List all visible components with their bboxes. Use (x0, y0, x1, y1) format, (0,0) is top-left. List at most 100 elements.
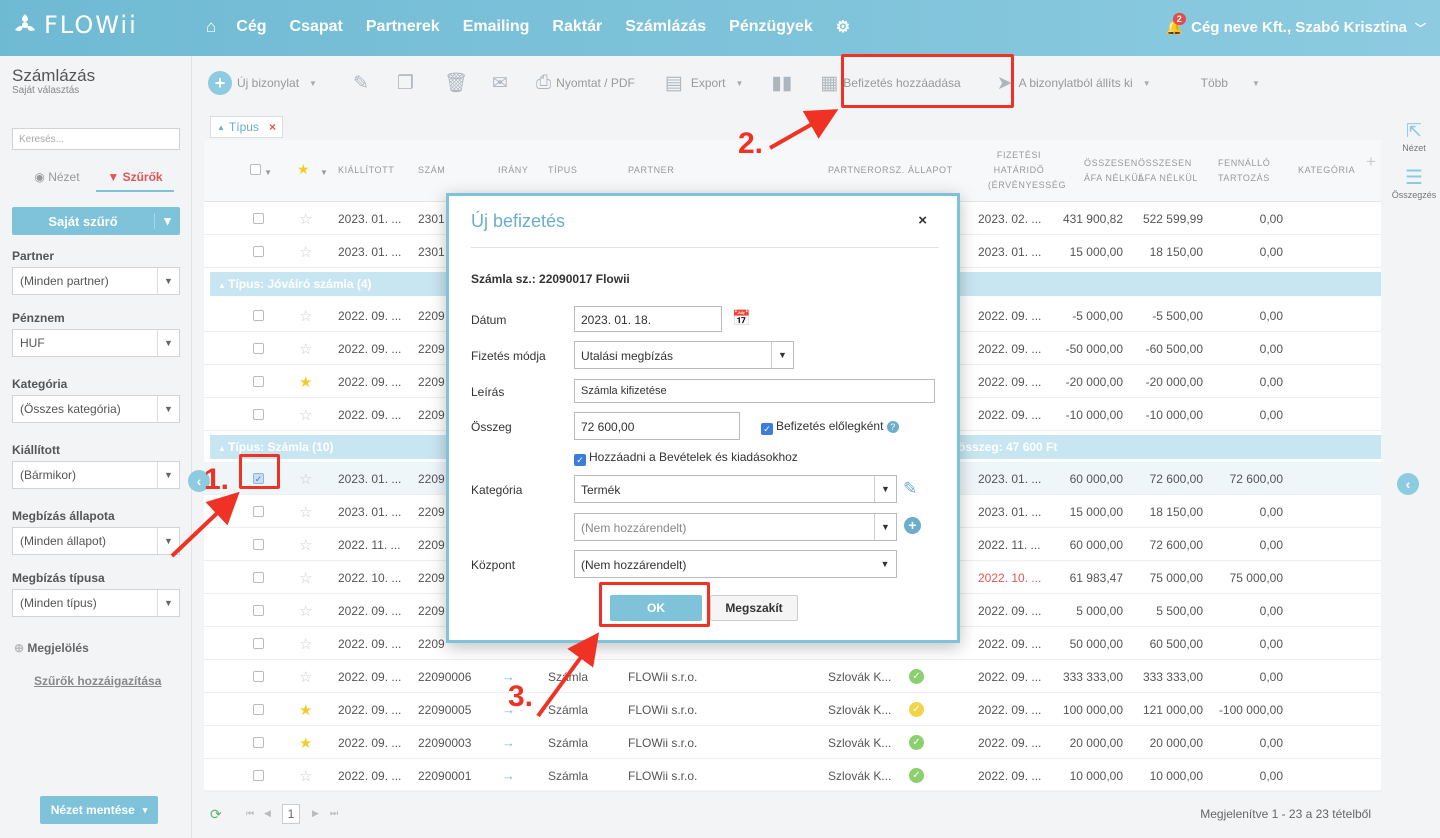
row-checkbox[interactable] (253, 246, 264, 257)
table-row[interactable]: ★ 2022. 09. ... 22090003 → Számla FLOWii s.r.… (204, 726, 1381, 759)
star-icon[interactable]: ☆ (299, 210, 312, 228)
nav-emailing[interactable]: Emailing (463, 18, 530, 36)
nav-raktar[interactable]: Raktár (552, 18, 602, 36)
export-button[interactable]: ▤ Export ▼ (665, 72, 744, 95)
company-user-name[interactable]: Cég neve Kft., Szabó Krisztina (1191, 19, 1407, 36)
col-issued[interactable]: KIÁLLÍTOTT (338, 163, 394, 178)
own-filter-button[interactable]: Saját szűrő ▾ (12, 207, 180, 235)
nav-ceg[interactable]: Cég (236, 18, 266, 36)
col-net[interactable]: ÖSSZESEN ÁFA NÉLKÜL (1084, 156, 1144, 186)
filter-select-order-status[interactable]: (Minden állapot) ▼ (12, 527, 180, 555)
col-due[interactable]: FIZETÉSI HATÁRIDŐ (ÉRVÉNYESSÉG (988, 148, 1065, 193)
select-all-checkbox[interactable]: ▼ (250, 164, 273, 180)
star-icon[interactable]: ☆ (299, 340, 312, 358)
nav-csapat[interactable]: Csapat (290, 18, 343, 36)
col-debt[interactable]: FENNÁLLÓ TARTOZÁS (1218, 156, 1270, 186)
row-checkbox[interactable] (253, 310, 264, 321)
row-checkbox[interactable] (253, 605, 264, 616)
col-country[interactable]: PARTNERORSZ. (828, 163, 905, 178)
logo[interactable]: FLOWii (12, 11, 138, 39)
row-checkbox[interactable] (253, 506, 264, 517)
row-checkbox[interactable] (253, 770, 264, 781)
collapse-right-icon[interactable]: ‹ (1397, 473, 1419, 495)
star-icon[interactable]: ★ (299, 701, 312, 719)
mark-link[interactable]: ⊕ Megjelölés (14, 641, 89, 655)
row-checkbox[interactable] (253, 572, 264, 583)
nav-penzugyek[interactable]: Pénzügyek (729, 18, 813, 36)
col-gross[interactable]: ÖSSZESEN ÁFA NÉLKÜL (1138, 156, 1198, 186)
first-page-icon[interactable]: ⏮ (246, 808, 254, 819)
more-button[interactable]: Több ▼ (1201, 76, 1260, 90)
star-header-icon[interactable]: ★ (297, 162, 310, 177)
email-button[interactable]: ✉ (492, 72, 508, 95)
star-icon[interactable]: ☆ (299, 536, 312, 554)
date-input[interactable]: 2023. 01. 18. (574, 306, 722, 332)
add-to-income-checkbox[interactable]: ✓ Hozzáadni a Bevételek és kiadásokhoz (574, 450, 798, 466)
new-document-button[interactable]: + Új bizonylat ▼ (208, 71, 317, 95)
star-icon[interactable]: ☆ (299, 668, 312, 686)
tab-view[interactable]: ◉ Nézet (18, 170, 96, 192)
star-icon[interactable]: ★ (299, 373, 312, 391)
col-partner[interactable]: PARTNER (628, 163, 674, 178)
calendar-icon[interactable]: 📅 (732, 309, 751, 327)
row-checkbox[interactable] (253, 539, 264, 550)
refresh-icon[interactable]: ⟳ (210, 806, 222, 823)
filter-select-partner[interactable]: (Minden partner) ▼ (12, 267, 180, 295)
help-icon[interactable]: ? (886, 421, 899, 433)
edit-button[interactable]: ✎ (353, 72, 369, 95)
home-icon[interactable]: ⌂ (206, 17, 216, 37)
row-checkbox[interactable] (253, 213, 264, 224)
subcategory-select[interactable]: (Nem hozzárendelt) ▼ (574, 513, 897, 541)
col-category[interactable]: KATEGÓRIA (1298, 163, 1355, 178)
filter-select-order-type[interactable]: (Minden típus) ▼ (12, 589, 180, 617)
chevron-down-icon[interactable]: ▾ (154, 213, 180, 229)
row-checkbox[interactable] (253, 671, 264, 682)
assign-filters-link[interactable]: Szűrők hozzáigazítása (34, 674, 161, 688)
center-select[interactable]: (Nem hozzárendelt) ▼ (574, 550, 897, 578)
print-pdf-button[interactable]: ⎙ Nyomtat / PDF (536, 72, 635, 94)
amount-input[interactable]: 72 600,00 (574, 412, 740, 440)
user-menu[interactable]: 🔔 2 Cég neve Kft., Szabó Krisztina ﹀ (1166, 13, 1426, 36)
star-icon[interactable]: ☆ (299, 767, 312, 785)
filter-chip-type[interactable]: ▲ Típus × (210, 116, 283, 138)
tab-filters[interactable]: ▼ Szűrők (96, 170, 174, 192)
star-icon[interactable]: ☆ (299, 602, 312, 620)
description-input[interactable]: Számla kifizetése (574, 379, 935, 403)
star-icon[interactable]: ☆ (299, 406, 312, 424)
row-checkbox[interactable] (253, 409, 264, 420)
col-type[interactable]: TÍPUS (548, 163, 578, 178)
table-row[interactable]: ☆ 2022. 09. ... 22090001 → Számla FLOWii s.r.… (204, 759, 1381, 792)
star-icon[interactable]: ☆ (299, 470, 312, 488)
pencil-icon[interactable]: ✎ (903, 479, 917, 499)
row-checkbox[interactable] (253, 343, 264, 354)
table-row[interactable]: ★ 2022. 09. ... 22090005 → Számla FLOWii s.r.… (204, 693, 1381, 726)
close-icon[interactable]: × (269, 120, 276, 134)
copy-button[interactable]: ❐ (397, 72, 414, 95)
search-input[interactable]: Keresés... (12, 128, 180, 150)
filter-select-issued[interactable]: (Bármikor) ▼ (12, 461, 180, 489)
row-checkbox[interactable] (253, 704, 264, 715)
col-number[interactable]: SZÁM (418, 163, 445, 178)
filter-select-category[interactable]: (Összes kategória) ▼ (12, 395, 180, 423)
caret-down-icon[interactable]: ▼ (320, 165, 329, 180)
row-checkbox[interactable] (253, 376, 264, 387)
save-view-button[interactable]: Nézet mentése ▾ (40, 796, 158, 824)
plus-icon[interactable]: + (904, 517, 921, 534)
prev-page-icon[interactable]: ◀ (264, 808, 271, 819)
table-row[interactable]: ☆ 2022. 09. ... 22090006 → Számla FLOWii s.r.… (204, 660, 1381, 693)
chart-button[interactable]: ▮▮ (771, 72, 792, 95)
row-checkbox[interactable] (253, 737, 264, 748)
gear-icon[interactable]: ⚙ (836, 17, 850, 37)
payment-method-select[interactable]: Utalási megbízás ▼ (574, 341, 794, 369)
row-checkbox[interactable] (253, 638, 264, 649)
open-view-button[interactable]: ⇱ Nézet (1388, 120, 1440, 153)
col-direction[interactable]: IRÁNY (498, 163, 529, 178)
star-icon[interactable]: ☆ (299, 307, 312, 325)
next-page-icon[interactable]: ▶ (312, 808, 319, 819)
chevron-down-icon[interactable]: ﹀ (1415, 20, 1426, 36)
star-icon[interactable]: ☆ (299, 243, 312, 261)
bell-icon[interactable]: 🔔 2 (1166, 13, 1186, 36)
advance-checkbox[interactable]: ✓ Befizetés előlegként ? (761, 419, 899, 435)
col-status[interactable]: ÁLLAPOT (908, 163, 953, 178)
star-icon[interactable]: ★ (299, 734, 312, 752)
